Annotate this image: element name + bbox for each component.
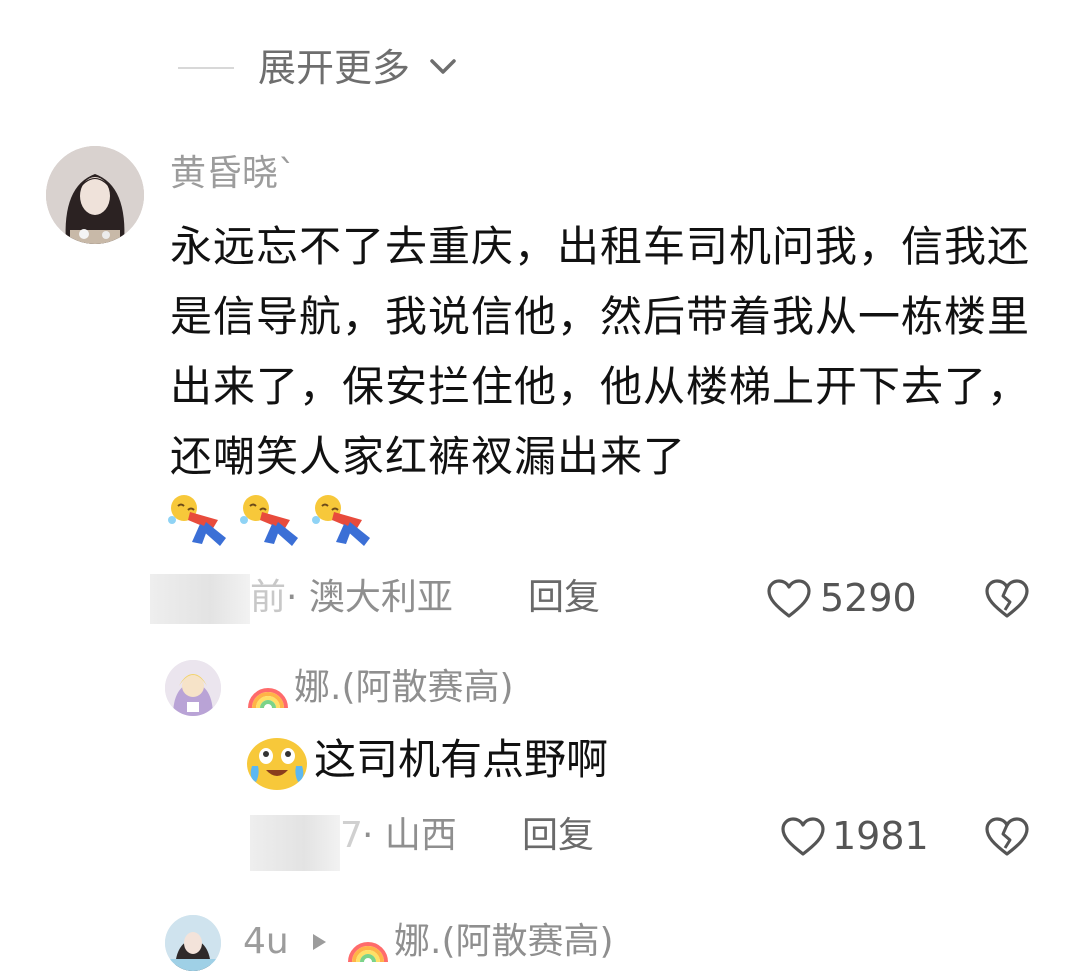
broken-heart-icon[interactable]	[984, 578, 1030, 620]
reply-username[interactable]: 4u	[243, 918, 289, 966]
expand-more-button[interactable]: 展开更多	[258, 44, 410, 92]
comment-text: 永远忘不了去重庆，出租车司机问我，信我还是信导航，我说信他，然后带着我从一栋楼里…	[170, 222, 1031, 481]
reply-text: 这司机有点野啊	[314, 735, 609, 784]
reply-location: · 山西	[362, 815, 457, 856]
heart-icon[interactable]	[780, 816, 826, 858]
crying-laugh-emoji-icon	[247, 738, 307, 790]
avatar-image	[46, 146, 144, 244]
timestamp-partial: 7	[340, 815, 363, 856]
rolling-laugh-emoji-icon	[240, 495, 298, 546]
broken-heart-icon[interactable]	[984, 816, 1030, 858]
timestamp-partial: 前	[250, 577, 287, 618]
rainbow-icon	[348, 942, 388, 963]
heart-icon[interactable]	[766, 578, 812, 620]
reply-avatar-image	[165, 915, 221, 971]
reply-button[interactable]: 回复	[522, 812, 594, 860]
reply-username[interactable]: 娜.(阿散赛高)	[294, 664, 514, 712]
reply-arrow-icon	[313, 934, 326, 950]
avatar[interactable]	[46, 146, 144, 244]
timestamp-blurred	[250, 815, 340, 871]
reply-avatar[interactable]	[165, 915, 221, 971]
emoji-row	[166, 490, 376, 550]
rolling-laugh-emoji-icon	[312, 495, 370, 546]
reply-to-username[interactable]: 娜.(阿散赛高)	[394, 918, 614, 966]
timestamp-blurred	[150, 574, 250, 624]
comment-username[interactable]: 黄昏晓`	[170, 150, 296, 198]
comment-location: · 澳大利亚	[286, 577, 453, 618]
like-count: 5290	[820, 576, 917, 620]
like-count: 1981	[832, 814, 929, 858]
rainbow-icon	[248, 688, 288, 709]
expand-divider	[178, 67, 234, 69]
rolling-laugh-emoji-icon	[168, 495, 226, 546]
reply-button[interactable]: 回复	[528, 574, 600, 622]
reply-avatar-image	[165, 660, 221, 716]
reply-avatar[interactable]	[165, 660, 221, 716]
chevron-down-icon[interactable]	[428, 54, 458, 80]
